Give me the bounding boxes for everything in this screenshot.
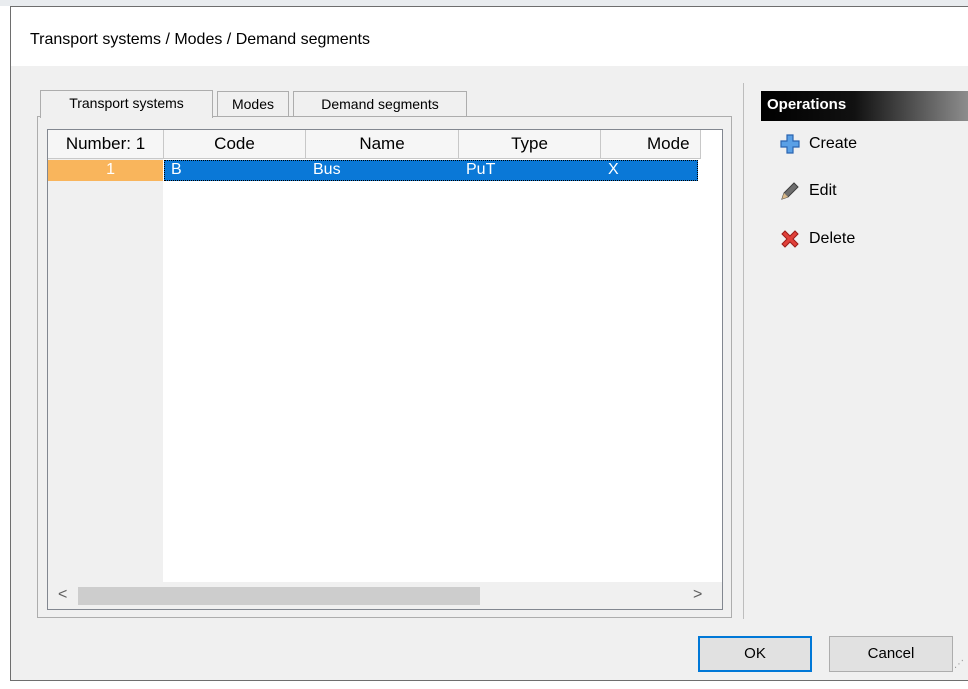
row-header-column: [48, 130, 163, 609]
resize-grip-icon[interactable]: ⋰: [954, 659, 964, 670]
operations-header: Operations: [761, 91, 968, 121]
scroll-left-icon[interactable]: <: [58, 586, 67, 604]
data-grid[interactable]: Number: 1 Code Name Type Mode 1 B Bus Pu…: [47, 129, 723, 610]
edit-button[interactable]: Edit: [779, 177, 837, 205]
column-header-mode[interactable]: Mode: [601, 130, 701, 159]
cell-type[interactable]: PuT: [459, 160, 601, 181]
delete-button[interactable]: Delete: [779, 225, 855, 253]
row-number-cell[interactable]: 1: [48, 160, 163, 181]
tab-modes[interactable]: Modes: [217, 91, 289, 117]
scrollbar-thumb[interactable]: [78, 587, 480, 605]
column-header-number[interactable]: Number: 1: [48, 130, 164, 159]
column-header-type[interactable]: Type: [459, 130, 601, 159]
create-label: Create: [809, 135, 858, 152]
ok-button[interactable]: OK: [698, 636, 812, 672]
column-header-code[interactable]: Code: [164, 130, 306, 159]
cell-code[interactable]: B: [164, 160, 306, 181]
window-title: Transport systems / Modes / Demand segme…: [30, 31, 370, 48]
title-bar: Transport systems / Modes / Demand segme…: [11, 7, 968, 66]
cell-name[interactable]: Bus: [306, 160, 459, 181]
cell-mode[interactable]: X: [601, 160, 698, 181]
plus-icon: [780, 134, 800, 154]
delete-label: Delete: [809, 230, 856, 247]
scroll-right-icon[interactable]: >: [693, 586, 702, 604]
horizontal-scrollbar[interactable]: < >: [48, 582, 722, 609]
cancel-button[interactable]: Cancel: [829, 636, 953, 672]
pencil-icon: [781, 182, 799, 200]
tab-transport-systems[interactable]: Transport systems: [40, 90, 213, 118]
tab-demand-segments[interactable]: Demand segments: [293, 91, 467, 117]
column-header-name[interactable]: Name: [306, 130, 459, 159]
panel-divider: [743, 83, 744, 619]
dialog-window: Transport systems / Modes / Demand segme…: [10, 6, 968, 681]
delete-x-icon: [781, 230, 799, 248]
create-button[interactable]: Create: [779, 130, 857, 158]
edit-label: Edit: [809, 182, 837, 199]
